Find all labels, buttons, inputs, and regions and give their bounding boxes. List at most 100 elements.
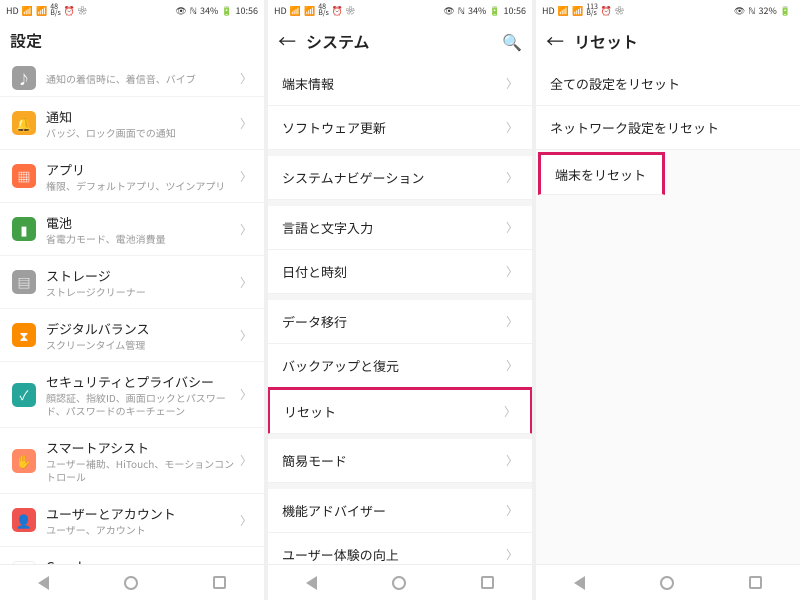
page-title: システム bbox=[306, 29, 492, 53]
row-label: デジタルバランス bbox=[46, 319, 236, 338]
row-device-info[interactable]: 端末情報〉 bbox=[268, 62, 532, 106]
chevron-right-icon: 〉 bbox=[506, 502, 518, 519]
eye-icon: 👁 bbox=[734, 6, 745, 15]
row-sub: ユーザー、アカウント bbox=[46, 523, 236, 536]
hand-icon: ✋ bbox=[12, 449, 36, 473]
battery-pct: 34% bbox=[468, 4, 486, 17]
row-security[interactable]: ✓ セキュリティとプライバシー 顔認証、指紋ID、画面ロックとパスワード、パスワ… bbox=[0, 362, 264, 428]
page-title: リセット bbox=[574, 29, 790, 53]
battery-icon: 🔋 bbox=[780, 6, 791, 15]
screen-settings: HD 📶 📶 48B/s ⏰ ❀ 👁 ℕ 34% 🔋 10:56 設定 ♪ 通知… bbox=[0, 0, 264, 600]
nav-home-button[interactable] bbox=[392, 576, 406, 590]
row-feature-advisor[interactable]: 機能アドバイザー〉 bbox=[268, 489, 532, 533]
row-label: リセット bbox=[284, 402, 336, 421]
row-users[interactable]: 👤 ユーザーとアカウント ユーザー、アカウント 〉 bbox=[0, 494, 264, 547]
statusbar: HD 📶 📶 48B/s ⏰ ❀ 👁 ℕ 34% 🔋 10:56 bbox=[268, 0, 532, 20]
chevron-right-icon: 〉 bbox=[240, 168, 252, 185]
apps-icon: ▦ bbox=[12, 164, 36, 188]
screen-system: HD 📶 📶 48B/s ⏰ ❀ 👁 ℕ 34% 🔋 10:56 ← システム … bbox=[268, 0, 532, 600]
row-label: Google bbox=[46, 557, 236, 564]
row-simple-mode[interactable]: 簡易モード〉 bbox=[268, 439, 532, 483]
navbar bbox=[268, 564, 532, 600]
nav-recent-button[interactable] bbox=[213, 576, 226, 589]
chevron-right-icon: 〉 bbox=[506, 357, 518, 374]
row-label: ネットワーク設定をリセット bbox=[550, 118, 719, 137]
row-google[interactable]: G Google Googleサービス 〉 bbox=[0, 547, 264, 564]
row-sound[interactable]: ♪ 通知の着信時に、着信音、バイブ 〉 bbox=[0, 60, 264, 97]
row-reset-all[interactable]: 全ての設定をリセット bbox=[536, 62, 800, 106]
data-rate: 48B/s bbox=[318, 4, 329, 17]
row-digital-balance[interactable]: ⧗ デジタルバランス スクリーンタイム管理 〉 bbox=[0, 309, 264, 362]
wifi-icon: 📶 bbox=[36, 6, 47, 15]
battery-pct: 32% bbox=[759, 4, 777, 17]
header: ← リセット bbox=[536, 20, 800, 62]
row-sub: 権限、デフォルトアプリ、ツインアプリ bbox=[46, 179, 236, 192]
row-apps[interactable]: ▦ アプリ 権限、デフォルトアプリ、ツインアプリ 〉 bbox=[0, 150, 264, 203]
chevron-right-icon: 〉 bbox=[506, 75, 518, 92]
hd-icon: HD bbox=[542, 6, 555, 15]
nav-back-button[interactable] bbox=[306, 576, 317, 590]
nav-back-button[interactable] bbox=[38, 576, 49, 590]
row-label: ユーザーとアカウント bbox=[46, 504, 236, 523]
row-battery[interactable]: ▮ 電池 省電力モード、電池消費量 〉 bbox=[0, 203, 264, 256]
row-label: ストレージ bbox=[46, 266, 236, 285]
row-datetime[interactable]: 日付と時刻〉 bbox=[268, 250, 532, 294]
row-label: ソフトウェア更新 bbox=[282, 118, 386, 137]
screen-reset: HD 📶 📶 113B/s ⏰ ❀ 👁 ℕ 32% 🔋 ← リセット 全ての設定… bbox=[536, 0, 800, 600]
row-language[interactable]: 言語と文字入力〉 bbox=[268, 206, 532, 250]
row-sub: 通知の着信時に、着信音、バイブ bbox=[46, 72, 236, 85]
nav-recent-button[interactable] bbox=[481, 576, 494, 589]
clock: 10:56 bbox=[504, 4, 526, 17]
row-storage[interactable]: ▤ ストレージ ストレージクリーナー 〉 bbox=[0, 256, 264, 309]
back-button[interactable]: ← bbox=[278, 28, 296, 54]
battery-row-icon: ▮ bbox=[12, 217, 36, 241]
user-icon: 👤 bbox=[12, 508, 36, 532]
chevron-right-icon: 〉 bbox=[240, 452, 252, 469]
wifi-icon: 📶 bbox=[572, 6, 583, 15]
nav-back-button[interactable] bbox=[574, 576, 585, 590]
alarm-icon: ⏰ bbox=[332, 6, 343, 15]
chevron-right-icon: 〉 bbox=[240, 70, 252, 87]
hourglass-icon: ⧗ bbox=[12, 323, 36, 347]
row-label: 電池 bbox=[46, 213, 236, 232]
row-sub: ユーザー補助、HiTouch、モーションコントロール bbox=[46, 457, 236, 483]
row-data-transfer[interactable]: データ移行〉 bbox=[268, 300, 532, 344]
signal-icon: 📶 bbox=[290, 6, 301, 15]
row-smart-assist[interactable]: ✋ スマートアシスト ユーザー補助、HiTouch、モーションコントロール 〉 bbox=[0, 428, 264, 494]
row-reset[interactable]: リセット〉 bbox=[268, 387, 532, 434]
nav-home-button[interactable] bbox=[660, 576, 674, 590]
chevron-right-icon: 〉 bbox=[240, 274, 252, 291]
hd-icon: HD bbox=[6, 6, 19, 15]
chevron-right-icon: 〉 bbox=[240, 512, 252, 529]
row-sys-nav[interactable]: システムナビゲーション〉 bbox=[268, 156, 532, 200]
nfc-icon: ℕ bbox=[458, 6, 465, 15]
navbar bbox=[536, 564, 800, 600]
row-label: アプリ bbox=[46, 160, 236, 179]
statusbar: HD 📶 📶 113B/s ⏰ ❀ 👁 ℕ 32% 🔋 bbox=[536, 0, 800, 20]
row-label: ユーザー体験の向上 bbox=[282, 545, 399, 564]
back-button[interactable]: ← bbox=[546, 28, 564, 54]
clock: 10:56 bbox=[236, 4, 258, 17]
row-sub: 顔認証、指紋ID、画面ロックとパスワード、パスワードのキーチェーン bbox=[46, 391, 236, 417]
row-label: データ移行 bbox=[282, 312, 347, 331]
shield-icon: ✓ bbox=[12, 383, 36, 407]
nav-home-button[interactable] bbox=[124, 576, 138, 590]
row-reset-device[interactable]: 端末をリセット bbox=[538, 152, 665, 195]
row-ux-improve[interactable]: ユーザー体験の向上〉 bbox=[268, 533, 532, 564]
header: 設定 bbox=[0, 20, 264, 60]
statusbar: HD 📶 📶 48B/s ⏰ ❀ 👁 ℕ 34% 🔋 10:56 bbox=[0, 0, 264, 20]
row-reset-network[interactable]: ネットワーク設定をリセット bbox=[536, 106, 800, 150]
chevron-right-icon: 〉 bbox=[506, 169, 518, 186]
chevron-right-icon: 〉 bbox=[506, 119, 518, 136]
settings-list[interactable]: ♪ 通知の着信時に、着信音、バイブ 〉 🔔 通知 バッジ、ロック画面での通知 〉… bbox=[0, 60, 264, 564]
misc-icon: ❀ bbox=[615, 6, 624, 15]
system-list[interactable]: 端末情報〉 ソフトウェア更新〉 システムナビゲーション〉 言語と文字入力〉 日付… bbox=[268, 62, 532, 564]
reset-list[interactable]: 全ての設定をリセット ネットワーク設定をリセット 端末をリセット bbox=[536, 62, 800, 564]
nav-recent-button[interactable] bbox=[749, 576, 762, 589]
search-icon[interactable]: 🔍 bbox=[502, 29, 522, 53]
chevron-right-icon: 〉 bbox=[506, 219, 518, 236]
row-sw-update[interactable]: ソフトウェア更新 〉 bbox=[268, 106, 532, 150]
row-notifications[interactable]: 🔔 通知 バッジ、ロック画面での通知 〉 bbox=[0, 97, 264, 150]
row-backup[interactable]: バックアップと復元〉 bbox=[268, 344, 532, 388]
row-label: スマートアシスト bbox=[46, 438, 236, 457]
